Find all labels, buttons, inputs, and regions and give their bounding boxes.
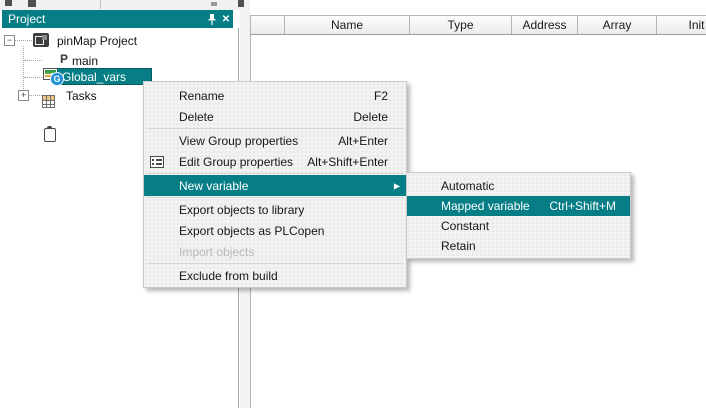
global-vars-grid-icon bbox=[42, 95, 55, 108]
toolbar-fragment-icon bbox=[5, 0, 12, 6]
pin-icon[interactable] bbox=[205, 12, 219, 26]
menu-item-delete[interactable]: Delete Delete bbox=[144, 106, 406, 127]
toolbar-fragment-icon bbox=[238, 0, 244, 7]
tree-connector bbox=[24, 60, 42, 61]
menu-item-label: Mapped variable bbox=[441, 199, 530, 213]
menu-item-label: Export objects to library bbox=[179, 203, 304, 217]
tree-expander-minus[interactable]: − bbox=[4, 35, 15, 46]
menu-item-label: Exclude from build bbox=[179, 269, 278, 283]
tree-expander-plus[interactable]: + bbox=[18, 90, 29, 101]
menu-item-shortcut: Alt+Enter bbox=[338, 134, 388, 148]
menu-separator bbox=[146, 197, 404, 198]
tree-connector bbox=[24, 77, 42, 78]
close-icon[interactable]: ✕ bbox=[219, 12, 233, 26]
menu-item-shortcut: Alt+Shift+Enter bbox=[307, 155, 388, 169]
menu-item-new-variable[interactable]: New variable ▶ bbox=[144, 175, 406, 196]
submenu-item-automatic[interactable]: Automatic bbox=[407, 176, 630, 196]
variables-grid-header: Name Type Address Array Init bbox=[250, 15, 706, 35]
project-panel-titlebar: Project ✕ bbox=[2, 10, 233, 28]
menu-item-shortcut: Delete bbox=[353, 110, 388, 124]
menu-item-rename[interactable]: Rename F2 bbox=[144, 85, 406, 106]
toolbar-fragment-icon bbox=[211, 2, 217, 6]
global-badge-icon: G bbox=[50, 72, 64, 86]
menu-item-shortcut: Ctrl+Shift+M bbox=[549, 199, 616, 213]
tree-item-pinmap-project[interactable]: pinMap Project bbox=[57, 33, 137, 49]
tree-connector bbox=[29, 95, 42, 96]
tree-connector bbox=[23, 46, 24, 95]
tree-item-global-vars-selected[interactable]: Global_vars bbox=[57, 68, 152, 85]
menu-item-export-objects-to-library[interactable]: Export objects to library bbox=[144, 199, 406, 220]
menu-item-label: Edit Group properties bbox=[179, 155, 293, 169]
grid-gutter-header bbox=[250, 16, 285, 34]
menu-item-label: View Group properties bbox=[179, 134, 298, 148]
tree-item-main[interactable]: main bbox=[72, 53, 98, 69]
menu-item-shortcut: F2 bbox=[374, 89, 388, 103]
menu-item-label: New variable bbox=[179, 179, 248, 193]
menu-separator bbox=[146, 173, 404, 174]
grid-column-type[interactable]: Type bbox=[410, 16, 512, 34]
tree-item-label: Global_vars bbox=[57, 69, 126, 85]
grid-column-init[interactable]: Init bbox=[657, 16, 706, 34]
grid-column-name[interactable]: Name bbox=[285, 16, 410, 34]
menu-item-label: Import objects bbox=[179, 245, 254, 259]
menu-item-label: Constant bbox=[441, 219, 489, 233]
tree-connector bbox=[15, 40, 32, 41]
menu-separator bbox=[146, 128, 404, 129]
tasks-icon bbox=[44, 128, 56, 142]
submenu-item-mapped-variable[interactable]: Mapped variable Ctrl+Shift+M bbox=[407, 196, 630, 216]
panel-title: Project bbox=[2, 12, 205, 26]
submenu-item-constant[interactable]: Constant bbox=[407, 216, 630, 236]
new-variable-submenu: Automatic Mapped variable Ctrl+Shift+M C… bbox=[406, 172, 631, 259]
menu-item-label: Automatic bbox=[441, 179, 494, 193]
app-window: Project ✕ − pinMap Project P main Global… bbox=[0, 0, 706, 408]
toolbar-fragment-icon bbox=[28, 0, 36, 7]
toolbar-strip bbox=[0, 0, 250, 10]
menu-item-label: Delete bbox=[179, 110, 214, 124]
menu-item-label: Export objects as PLCopen bbox=[179, 224, 324, 238]
submenu-arrow-icon: ▶ bbox=[394, 181, 400, 190]
submenu-item-retain[interactable]: Retain bbox=[407, 236, 630, 256]
menu-item-view-group-properties[interactable]: View Group properties Alt+Enter bbox=[144, 130, 406, 151]
menu-item-label: Retain bbox=[441, 239, 476, 253]
menu-item-exclude-from-build[interactable]: Exclude from build bbox=[144, 265, 406, 286]
grid-column-array[interactable]: Array bbox=[578, 16, 657, 34]
program-type-badge: P bbox=[60, 53, 68, 66]
menu-item-edit-group-properties[interactable]: Edit Group properties Alt+Shift+Enter bbox=[144, 151, 406, 172]
project-icon bbox=[33, 33, 49, 47]
grid-column-address[interactable]: Address bbox=[512, 16, 578, 34]
tree-item-tasks[interactable]: Tasks bbox=[66, 88, 97, 104]
context-menu: Rename F2 Delete Delete View Group prope… bbox=[143, 81, 407, 288]
menu-separator bbox=[146, 263, 404, 264]
menu-item-export-objects-as-plcopen[interactable]: Export objects as PLCopen bbox=[144, 220, 406, 241]
menu-item-label: Rename bbox=[179, 89, 224, 103]
menu-item-import-objects: Import objects bbox=[144, 241, 406, 262]
toolbar-separator bbox=[100, 0, 101, 9]
form-properties-icon bbox=[150, 156, 164, 168]
